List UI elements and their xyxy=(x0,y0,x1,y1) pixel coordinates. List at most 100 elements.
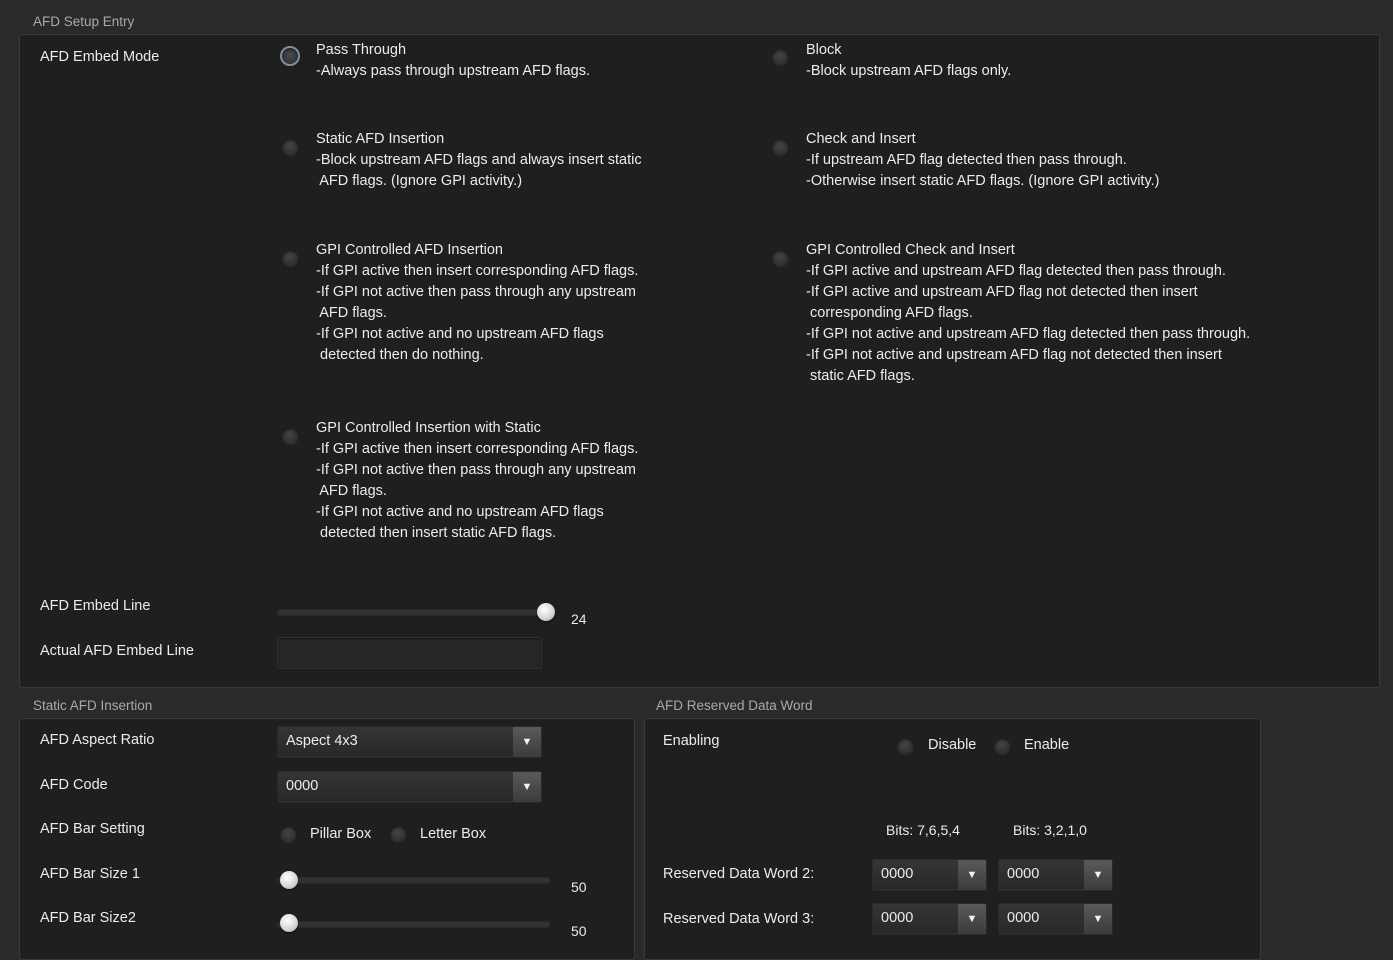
actual-afd-embed-line-label: Actual AFD Embed Line xyxy=(40,643,194,659)
disable-label: Disable xyxy=(928,737,977,753)
option-title: Block xyxy=(806,42,842,58)
afd-code-dropdown-button[interactable]: ▼ xyxy=(513,772,541,802)
afd-bar-size1-slider[interactable] xyxy=(276,876,551,884)
radio-enable[interactable] xyxy=(994,738,1011,755)
reserved-word3-high-dropdown[interactable]: 0000 ▼ xyxy=(872,903,987,935)
afd-bar-size1-slider-thumb[interactable] xyxy=(280,871,298,889)
triangle-down-icon: ▼ xyxy=(966,868,978,881)
option-desc-line: -If GPI not active and upstream AFD flag… xyxy=(806,326,1251,342)
option-desc-line: -If GPI not active then pass through any… xyxy=(316,284,636,300)
option-desc-line: detected then insert static AFD flags. xyxy=(316,525,557,541)
reserved-word3-high-value: 0000 xyxy=(881,910,914,926)
letter-box-label: Letter Box xyxy=(420,826,487,842)
afd-code-value: 0000 xyxy=(286,778,319,794)
option-desc-line: AFD flags. (Ignore GPI activity.) xyxy=(316,173,523,189)
option-desc-line: -Block upstream AFD flags only. xyxy=(806,63,1012,79)
option-desc-line: -If GPI active and upstream AFD flag not… xyxy=(806,284,1198,300)
option-desc-line: -If GPI active then insert corresponding… xyxy=(316,441,639,457)
option-desc-line: detected then do nothing. xyxy=(316,347,484,363)
radio-pillar-box[interactable] xyxy=(280,826,297,843)
option-gpi-controlled-check-and-insert: GPI Controlled Check and Insert -If GPI … xyxy=(806,240,1250,387)
radio-block[interactable] xyxy=(772,49,789,66)
option-desc-line: -Block upstream AFD flags and always ins… xyxy=(316,152,642,168)
radio-static-afd-insertion[interactable] xyxy=(282,139,299,156)
option-desc-line: -If GPI not active and no upstream AFD f… xyxy=(316,504,604,520)
afd-aspect-ratio-value: Aspect 4x3 xyxy=(286,733,358,749)
afd-embed-line-label: AFD Embed Line xyxy=(40,598,151,614)
triangle-down-icon: ▼ xyxy=(521,780,533,793)
reserved-word2-low-dropdown[interactable]: 0000 ▼ xyxy=(998,859,1113,891)
afd-setup-title: AFD Setup Entry xyxy=(33,14,135,29)
option-title: Check and Insert xyxy=(806,131,916,147)
afd-bar-size1-value: 50 xyxy=(571,879,587,895)
triangle-down-icon: ▼ xyxy=(521,735,533,748)
reserved-word3-low-dropdown-button[interactable]: ▼ xyxy=(1084,904,1112,934)
reserved-data-word2-label: Reserved Data Word 2: xyxy=(663,866,815,882)
reserved-data-word3-label: Reserved Data Word 3: xyxy=(663,911,815,927)
afd-bar-size2-slider[interactable] xyxy=(276,920,551,928)
afd-bar-setting-label: AFD Bar Setting xyxy=(40,821,145,837)
option-desc-line: static AFD flags. xyxy=(806,368,915,384)
reserved-word2-high-dropdown-button[interactable]: ▼ xyxy=(958,860,986,890)
option-title: GPI Controlled AFD Insertion xyxy=(316,242,503,258)
option-desc-line: -If GPI not active and no upstream AFD f… xyxy=(316,326,604,342)
option-check-and-insert: Check and Insert -If upstream AFD flag d… xyxy=(806,129,1159,192)
radio-disable[interactable] xyxy=(897,738,914,755)
afd-bar-size2-value: 50 xyxy=(571,923,587,939)
option-title: GPI Controlled Insertion with Static xyxy=(316,420,541,436)
option-desc-line: -If GPI not active and upstream AFD flag… xyxy=(806,347,1222,363)
pillar-box-label: Pillar Box xyxy=(310,826,372,842)
triangle-down-icon: ▼ xyxy=(1092,912,1104,925)
option-desc-line: -If upstream AFD flag detected then pass… xyxy=(806,152,1127,168)
option-desc-line: -Always pass through upstream AFD flags. xyxy=(316,63,591,79)
option-title: GPI Controlled Check and Insert xyxy=(806,242,1015,258)
reserved-word3-low-dropdown[interactable]: 0000 ▼ xyxy=(998,903,1113,935)
afd-embed-mode-label: AFD Embed Mode xyxy=(40,49,160,65)
reserved-word2-high-value: 0000 xyxy=(881,866,914,882)
option-desc-line: AFD flags. xyxy=(316,483,387,499)
afd-embed-line-slider[interactable] xyxy=(276,608,551,616)
afd-code-label: AFD Code xyxy=(40,777,108,793)
triangle-down-icon: ▼ xyxy=(966,912,978,925)
reserved-word3-high-dropdown-button[interactable]: ▼ xyxy=(958,904,986,934)
option-gpi-controlled-afd-insertion: GPI Controlled AFD Insertion -If GPI act… xyxy=(316,240,638,366)
radio-gpi-controlled-check-and-insert[interactable] xyxy=(772,250,789,267)
radio-pass-through[interactable] xyxy=(280,46,300,66)
option-pass-through: Pass Through -Always pass through upstre… xyxy=(316,40,590,82)
radio-letter-box[interactable] xyxy=(390,826,407,843)
radio-gpi-controlled-afd-insertion[interactable] xyxy=(282,250,299,267)
triangle-down-icon: ▼ xyxy=(1092,868,1104,881)
radio-gpi-controlled-insertion-with-static[interactable] xyxy=(282,428,299,445)
afd-embed-line-slider-thumb[interactable] xyxy=(537,603,555,621)
afd-bar-size2-label: AFD Bar Size2 xyxy=(40,910,136,926)
reserved-word2-low-dropdown-button[interactable]: ▼ xyxy=(1084,860,1112,890)
reserved-word2-low-value: 0000 xyxy=(1007,866,1040,882)
option-desc-line: -Otherwise insert static AFD flags. (Ign… xyxy=(806,173,1160,189)
option-desc-line: -If GPI not active then pass through any… xyxy=(316,462,636,478)
option-desc-line: corresponding AFD flags. xyxy=(806,305,973,321)
bits-high-label: Bits: 7,6,5,4 xyxy=(886,822,960,838)
option-desc-line: AFD flags. xyxy=(316,305,387,321)
reserved-data-word-title: AFD Reserved Data Word xyxy=(656,698,813,713)
afd-aspect-ratio-dropdown-button[interactable]: ▼ xyxy=(513,727,541,757)
reserved-word2-high-dropdown[interactable]: 0000 ▼ xyxy=(872,859,987,891)
option-gpi-controlled-insertion-with-static: GPI Controlled Insertion with Static -If… xyxy=(316,418,638,544)
afd-bar-size2-slider-thumb[interactable] xyxy=(280,914,298,932)
actual-afd-embed-line-field xyxy=(277,637,542,669)
afd-bar-size1-label: AFD Bar Size 1 xyxy=(40,866,140,882)
option-block: Block -Block upstream AFD flags only. xyxy=(806,40,1011,82)
option-desc-line: -If GPI active then insert corresponding… xyxy=(316,263,639,279)
static-afd-title: Static AFD Insertion xyxy=(33,698,153,713)
option-title: Pass Through xyxy=(316,42,407,58)
radio-check-and-insert[interactable] xyxy=(772,139,789,156)
afd-embed-line-value: 24 xyxy=(571,611,587,627)
option-static-afd-insertion: Static AFD Insertion -Block upstream AFD… xyxy=(316,129,642,192)
afd-aspect-ratio-label: AFD Aspect Ratio xyxy=(40,732,155,748)
option-title: Static AFD Insertion xyxy=(316,131,445,147)
afd-aspect-ratio-dropdown[interactable]: Aspect 4x3 ▼ xyxy=(277,726,542,758)
option-desc-line: -If GPI active and upstream AFD flag det… xyxy=(806,263,1226,279)
enable-label: Enable xyxy=(1024,737,1070,753)
enabling-label: Enabling xyxy=(663,733,720,749)
afd-code-dropdown[interactable]: 0000 ▼ xyxy=(277,771,542,803)
reserved-word3-low-value: 0000 xyxy=(1007,910,1040,926)
